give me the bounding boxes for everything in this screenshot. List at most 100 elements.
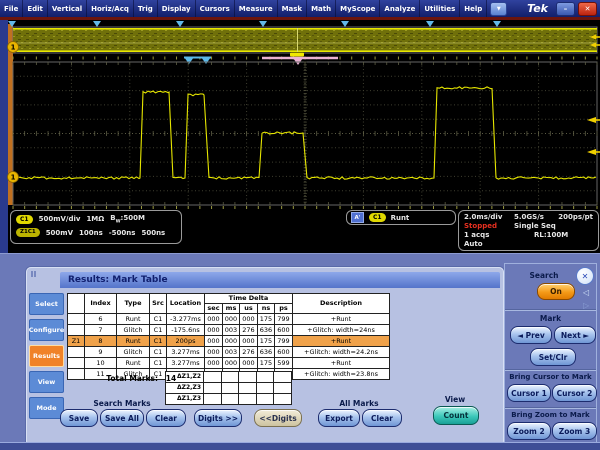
cell-type: Runt	[117, 314, 150, 325]
delta-empty-cell	[204, 383, 222, 394]
cell-index: 9	[85, 347, 117, 358]
tab-mode[interactable]: Mode	[29, 397, 64, 419]
mark-next-button[interactable]: Next ►	[554, 326, 596, 344]
cell-src: C1	[150, 358, 167, 369]
bring-zoom-label: Bring Zoom to Mark	[505, 411, 596, 419]
cursor2-button[interactable]: Cursor 2	[552, 384, 597, 402]
search-marks-label: Search Marks	[60, 399, 184, 408]
count-button[interactable]: Count	[433, 406, 479, 425]
minimize-button[interactable]: –	[556, 2, 575, 16]
clear-all-marks-button[interactable]: Clear	[362, 409, 402, 427]
cell-delta: 000	[223, 336, 240, 347]
menu-item-file[interactable]: File	[0, 0, 23, 17]
cell-delta: 636	[258, 325, 275, 336]
search-on-button[interactable]: On	[537, 283, 575, 300]
header-unit-sec: sec	[205, 304, 223, 314]
cell-type: Runt	[117, 336, 150, 347]
tab-configure[interactable]: Configure	[29, 319, 64, 341]
cell-zone	[68, 347, 85, 358]
cell-delta: 000	[223, 314, 240, 325]
cell-description: +Glitch: width=23.8ns	[293, 369, 390, 380]
header-index: Index	[85, 294, 117, 314]
header-time-delta: Time Delta	[205, 294, 293, 304]
menu-item-analyze[interactable]: Analyze	[380, 0, 420, 17]
channel-readout-box: C1 500mV/div 1MΩ BW:500M Z1C1 500mV 100n…	[10, 210, 182, 244]
save-all-button[interactable]: Save All	[100, 409, 144, 427]
panel-separator	[505, 309, 596, 311]
search-mark-triangles	[8, 21, 501, 27]
cell-delta: 600	[275, 347, 293, 358]
timebase: 2.0ms/div	[464, 213, 502, 221]
cell-delta: 799	[275, 314, 293, 325]
mark-row-6[interactable]: 6RuntC1-3.277ms000000000175799+Runt	[68, 314, 390, 325]
zoom2-button[interactable]: Zoom 2	[507, 422, 551, 440]
set-clear-mark-button[interactable]: Set/Clr	[530, 348, 576, 366]
clear-search-marks-button[interactable]: Clear	[146, 409, 186, 427]
menu-item-cursors[interactable]: Cursors	[196, 0, 235, 17]
cell-description: +Glitch: width=24.2ns	[293, 347, 390, 358]
cell-location: 3.277ms	[167, 347, 205, 358]
cell-delta: 175	[258, 314, 275, 325]
menu-item-mask[interactable]: Mask	[278, 0, 308, 17]
delta-empty-cell	[274, 372, 292, 383]
delta-row: ΔZ2,Z3	[166, 383, 292, 394]
record-length: RL:100M	[534, 231, 568, 239]
cell-delta: 600	[275, 325, 293, 336]
menu-item-vertical[interactable]: Vertical	[48, 0, 87, 17]
header-description: Description	[293, 294, 390, 314]
tab-select[interactable]: Select	[29, 293, 64, 315]
menu-item-utilities[interactable]: Utilities	[420, 0, 460, 17]
menu-item-math[interactable]: Math	[307, 0, 336, 17]
resolution: 200ps/pt	[558, 213, 593, 221]
sample-rate: 5.0GS/s	[514, 213, 544, 221]
mark-table: IndexTypeSrcLocationTime DeltaDescriptio…	[67, 293, 390, 380]
export-button[interactable]: Export	[318, 409, 360, 427]
menu-item-edit[interactable]: Edit	[23, 0, 48, 17]
page-left-icon[interactable]: ◁	[583, 288, 589, 297]
total-marks-value: 14	[162, 374, 180, 383]
menu-bar: FileEditVerticalHoriz/AcqTrigDisplayCurs…	[0, 0, 600, 17]
cell-delta: 276	[240, 325, 258, 336]
panel-separator	[505, 369, 596, 371]
tab-view[interactable]: View	[29, 371, 64, 393]
mark-row-8[interactable]: Z18RuntC1200ps000000000175799+Runt	[68, 336, 390, 347]
header-type: Type	[117, 294, 150, 314]
search-side-panel: ✕ ◁ ▷ Search On Mark ◄ Prev Next ► Set/C…	[504, 263, 597, 448]
digits-forward-button[interactable]: Digits >>	[194, 409, 242, 427]
digits-back-button[interactable]: <<Digits	[254, 409, 302, 427]
cell-delta: 276	[240, 347, 258, 358]
panel-close-button[interactable]: ✕	[576, 267, 594, 285]
tab-results[interactable]: Results	[29, 345, 64, 367]
menu-item-trig[interactable]: Trig	[134, 0, 158, 17]
menu-overflow-button[interactable]: ▼	[490, 2, 507, 16]
cursor1-button[interactable]: Cursor 1	[507, 384, 551, 402]
mark-prev-button[interactable]: ◄ Prev	[510, 326, 552, 344]
mark-row-10[interactable]: 10RuntC13.277ms000000000175599+Runt	[68, 358, 390, 369]
c1-scale: 500mV/div	[39, 215, 81, 223]
panel-separator	[505, 407, 596, 409]
menu-item-help[interactable]: Help	[460, 0, 487, 17]
delta-row: ΔZ1,Z2	[166, 372, 292, 383]
cell-index: 10	[85, 358, 117, 369]
mark-table-dialog: Results: Mark Table Select Configure Resul…	[26, 267, 504, 446]
menu-item-measure[interactable]: Measure	[235, 0, 278, 17]
mark-row-7[interactable]: 7GlitchC1-175.6ns000003276636600+Glitch:…	[68, 325, 390, 336]
seq-mode: Single Seq	[514, 222, 556, 230]
overview-band	[13, 28, 597, 52]
bring-cursor-label: Bring Cursor to Mark	[505, 373, 596, 381]
dialog-title: Results: Mark Table	[60, 272, 500, 288]
delta-empty-cell	[274, 383, 292, 394]
menu-item-display[interactable]: Display	[158, 0, 196, 17]
mark-row-9[interactable]: 9GlitchC13.277ms000003276636600+Glitch: …	[68, 347, 390, 358]
close-window-button[interactable]: ✕	[578, 2, 597, 16]
menu-item-myscope[interactable]: MyScope	[336, 0, 380, 17]
acq-count: 1 acqs	[464, 231, 489, 239]
save-button[interactable]: Save	[60, 409, 98, 427]
graticule-grid	[13, 62, 597, 205]
level-arrow	[587, 149, 596, 155]
zoom3-button[interactable]: Zoom 3	[552, 422, 597, 440]
cell-src: C1	[150, 314, 167, 325]
menu-item-horizacq[interactable]: Horiz/Acq	[87, 0, 134, 17]
cell-delta: 000	[205, 347, 223, 358]
zoom-start: -500ns	[109, 229, 136, 237]
